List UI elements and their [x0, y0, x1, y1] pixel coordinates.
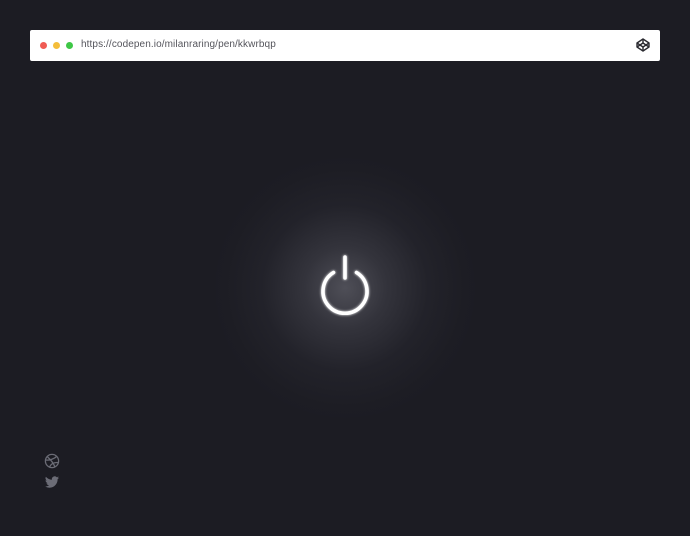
- page-canvas: https://codepen.io/milanraring/pen/kkwrb…: [0, 0, 690, 536]
- twitter-link[interactable]: [44, 474, 60, 490]
- power-button[interactable]: [316, 253, 374, 316]
- codepen-icon[interactable]: [636, 38, 650, 52]
- window-minimize-dot[interactable]: [53, 42, 60, 49]
- dribbble-link[interactable]: [44, 453, 60, 469]
- window-close-dot[interactable]: [40, 42, 47, 49]
- power-icon: [321, 255, 369, 316]
- dribbble-icon: [44, 453, 60, 469]
- twitter-icon: [45, 476, 59, 488]
- url-text[interactable]: https://codepen.io/milanraring/pen/kkwrb…: [81, 38, 276, 52]
- window-maximize-dot[interactable]: [66, 42, 73, 49]
- browser-address-bar: https://codepen.io/milanraring/pen/kkwrb…: [30, 30, 660, 61]
